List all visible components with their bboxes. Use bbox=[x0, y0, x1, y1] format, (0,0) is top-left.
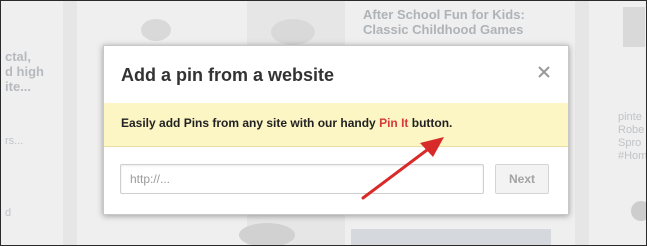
pin-it-link[interactable]: Pin It bbox=[379, 116, 408, 130]
close-button[interactable] bbox=[536, 64, 552, 80]
notice-suffix: button. bbox=[408, 116, 453, 130]
dialog-header: Add a pin from a website bbox=[104, 46, 568, 104]
dialog-title: Add a pin from a website bbox=[121, 65, 335, 85]
pin-it-notice: Easily add Pins from any site with our h… bbox=[104, 103, 568, 147]
screenshot-frame: ctal, d high ite... rs... d After School… bbox=[0, 0, 647, 246]
close-icon bbox=[538, 66, 550, 78]
notice-prefix: Easily add Pins from any site with our h… bbox=[121, 116, 380, 130]
notice-text: Easily add Pins from any site with our h… bbox=[121, 116, 452, 130]
next-button[interactable]: Next bbox=[495, 164, 549, 194]
add-pin-dialog: Add a pin from a website Easily add Pins… bbox=[103, 45, 569, 215]
website-url-input[interactable] bbox=[120, 164, 484, 194]
